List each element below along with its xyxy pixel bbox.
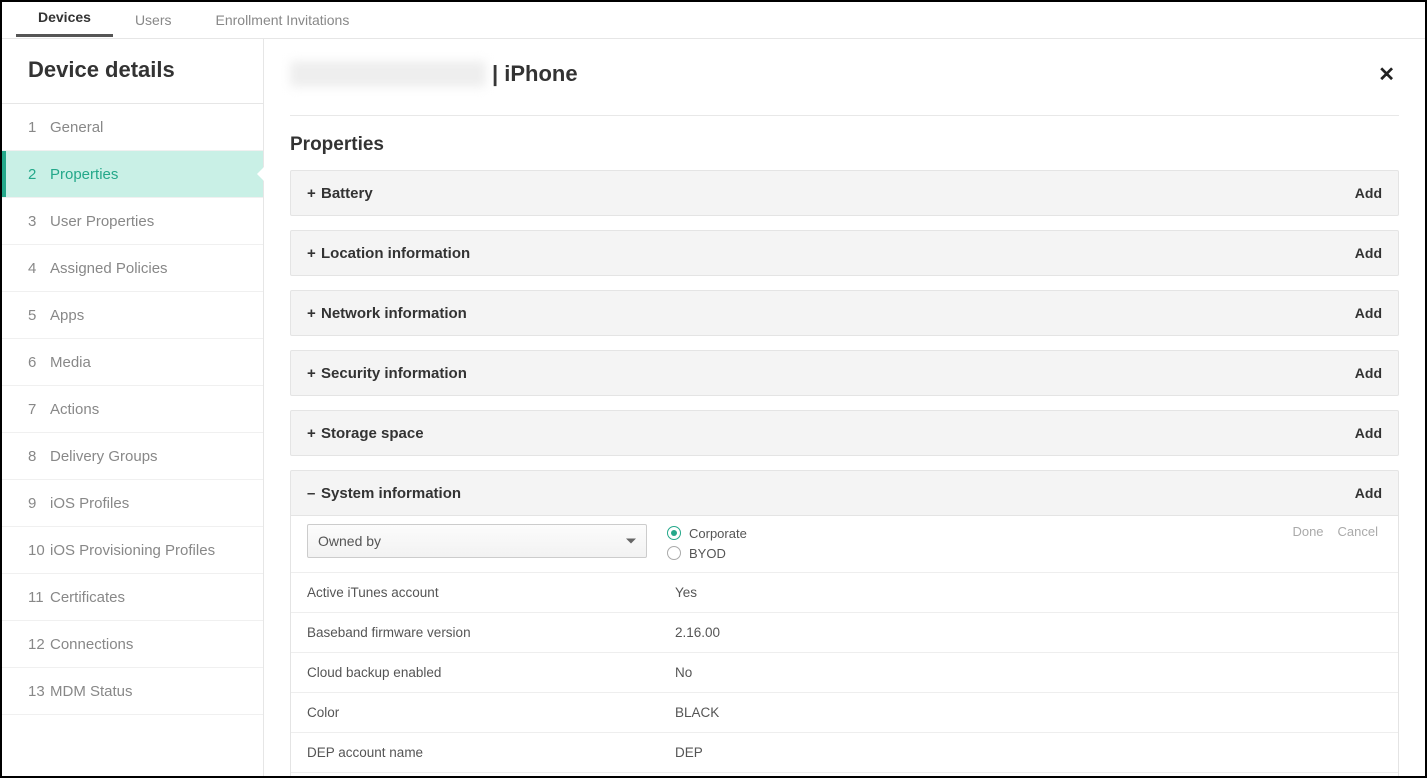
expand-icon: +: [307, 245, 321, 262]
table-row: Cloud backup enabledNo: [291, 653, 1398, 693]
sidebar-item-ios-provisioning-profiles[interactable]: 10iOS Provisioning Profiles: [2, 527, 263, 574]
sidebar-item-media[interactable]: 6Media: [2, 339, 263, 386]
add-button-system[interactable]: Add: [1355, 485, 1382, 501]
accordion-header-battery[interactable]: +Battery Add: [291, 171, 1398, 215]
top-tabs: Devices Users Enrollment Invitations: [2, 2, 1425, 38]
close-icon[interactable]: ✕: [1374, 62, 1399, 87]
radio-byod[interactable]: BYOD: [667, 544, 1292, 562]
cancel-button[interactable]: Cancel: [1338, 524, 1378, 539]
done-button[interactable]: Done: [1292, 524, 1323, 539]
sidebar: Device details 1General 2Properties 3Use…: [2, 39, 264, 776]
device-name-redacted: [290, 61, 486, 87]
add-button-security[interactable]: Add: [1355, 365, 1382, 381]
sidebar-item-mdm-status[interactable]: 13MDM Status: [2, 668, 263, 715]
expand-icon: +: [307, 185, 321, 202]
sidebar-item-assigned-policies[interactable]: 4Assigned Policies: [2, 245, 263, 292]
accordion-storage: +Storage space Add: [290, 410, 1399, 456]
add-button-storage[interactable]: Add: [1355, 425, 1382, 441]
sidebar-item-connections[interactable]: 12Connections: [2, 621, 263, 668]
tab-users[interactable]: Users: [113, 4, 194, 37]
tab-enrollment-invitations[interactable]: Enrollment Invitations: [194, 4, 372, 37]
accordion-header-network[interactable]: +Network information Add: [291, 291, 1398, 335]
radio-icon: [667, 526, 681, 540]
page-title: | iPhone: [492, 61, 578, 87]
accordion-security: +Security information Add: [290, 350, 1399, 396]
chevron-down-icon: [626, 539, 636, 544]
sidebar-item-general[interactable]: 1General: [2, 104, 263, 151]
collapse-icon: –: [307, 485, 321, 502]
sidebar-item-apps[interactable]: 5Apps: [2, 292, 263, 339]
table-row: Active iTunes accountYes: [291, 573, 1398, 613]
table-row: ColorBLACK: [291, 693, 1398, 733]
tab-devices[interactable]: Devices: [16, 1, 113, 37]
add-button-location[interactable]: Add: [1355, 245, 1382, 261]
radio-corporate[interactable]: Corporate: [667, 524, 1292, 542]
expand-icon: +: [307, 425, 321, 442]
accordion-battery: +Battery Add: [290, 170, 1399, 216]
sidebar-title: Device details: [2, 39, 263, 104]
accordion-network: +Network information Add: [290, 290, 1399, 336]
accordion-header-storage[interactable]: +Storage space Add: [291, 411, 1398, 455]
expand-icon: +: [307, 365, 321, 382]
owned-by-select[interactable]: Owned by: [307, 524, 647, 558]
add-button-battery[interactable]: Add: [1355, 185, 1382, 201]
sidebar-item-ios-profiles[interactable]: 9iOS Profiles: [2, 480, 263, 527]
sidebar-item-delivery-groups[interactable]: 8Delivery Groups: [2, 433, 263, 480]
accordion-header-security[interactable]: +Security information Add: [291, 351, 1398, 395]
sidebar-item-certificates[interactable]: 11Certificates: [2, 574, 263, 621]
table-row: DEP profile assigned01/08/2017 06:47:15: [291, 773, 1398, 776]
table-row: Baseband firmware version2.16.00: [291, 613, 1398, 653]
main-panel: | iPhone ✕ Properties +Battery Add +Loca…: [264, 39, 1425, 776]
accordion-header-location[interactable]: +Location information Add: [291, 231, 1398, 275]
accordion-system: –System information Add Owned by: [290, 470, 1399, 776]
section-title-properties: Properties: [290, 134, 1399, 156]
sidebar-item-user-properties[interactable]: 3User Properties: [2, 198, 263, 245]
sidebar-item-actions[interactable]: 7Actions: [2, 386, 263, 433]
table-row: DEP account nameDEP: [291, 733, 1398, 773]
accordion-location: +Location information Add: [290, 230, 1399, 276]
add-button-network[interactable]: Add: [1355, 305, 1382, 321]
sidebar-item-properties[interactable]: 2Properties: [2, 151, 263, 198]
expand-icon: +: [307, 305, 321, 322]
accordion-header-system[interactable]: –System information Add: [291, 471, 1398, 515]
radio-icon: [667, 546, 681, 560]
